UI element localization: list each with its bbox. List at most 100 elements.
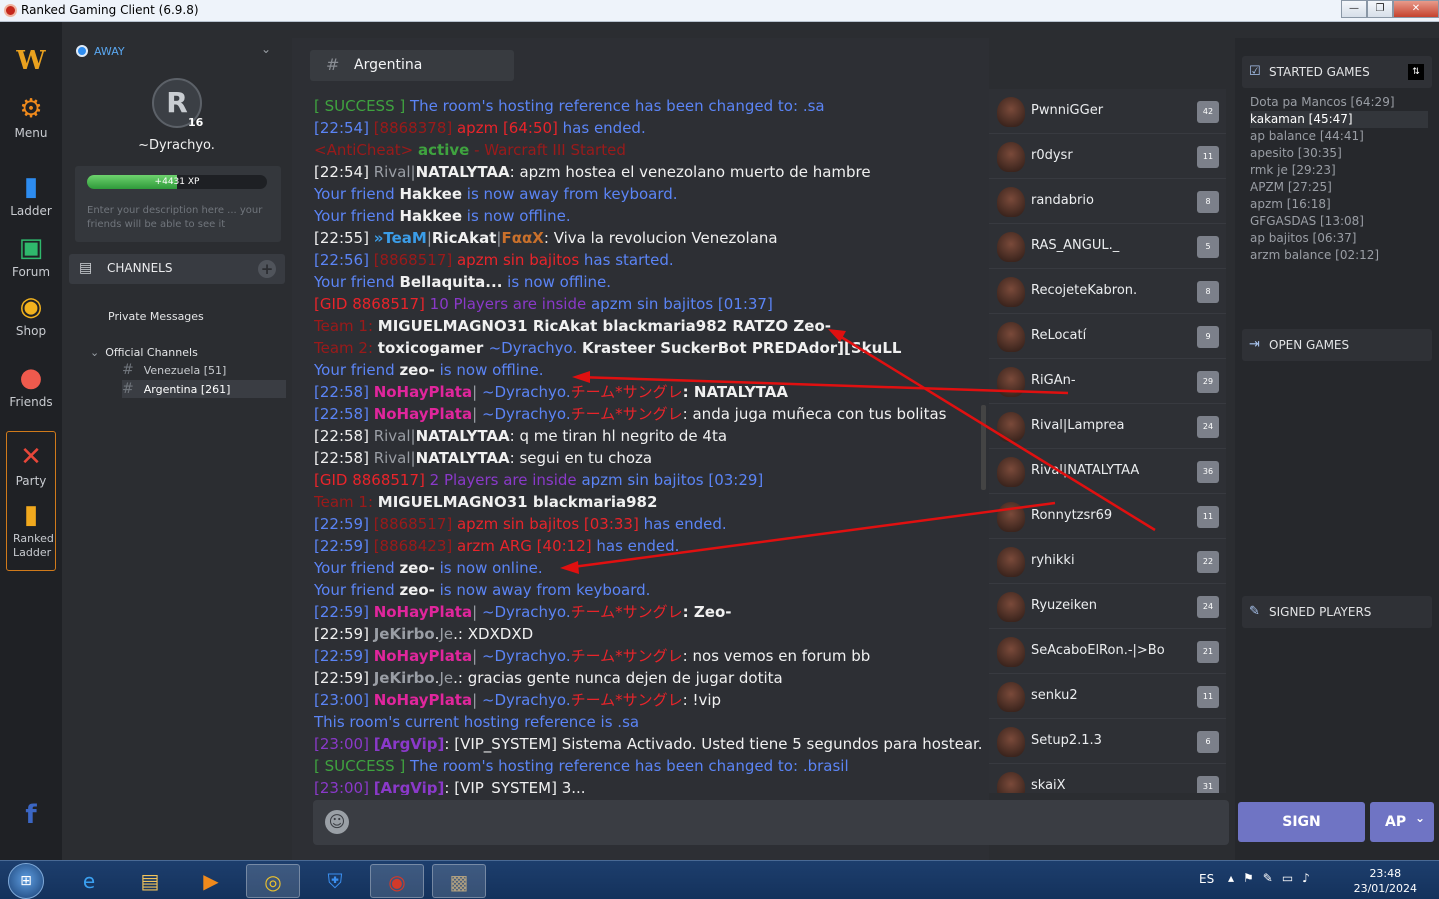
started-game-item[interactable]: apesito [30:35] [1250, 145, 1428, 162]
message-segment: [8868517] [373, 251, 457, 269]
message-segment: 10 Players are inside [429, 295, 591, 313]
sign-button[interactable]: SIGN [1238, 802, 1365, 842]
chat-message: Team 1: MIGUELMAGNO31 RicAkat blackmaria… [314, 315, 982, 337]
player-list[interactable]: PwnniGGer 42 r0dysr 11 randabrio 8 RAS_ANGUL._… [989, 89, 1226, 793]
nav-party[interactable]: ✕ Party [0, 442, 62, 488]
player-row[interactable]: randabrio 8 [989, 179, 1226, 224]
chat-scrollbar[interactable] [981, 405, 986, 490]
player-row[interactable]: PwnniGGer 42 [989, 89, 1226, 134]
signed-players-header[interactable]: ✎ SIGNED PLAYERS [1242, 596, 1432, 628]
chat-message: Your friend Bellaquita... is now offline… [314, 271, 982, 293]
started-game-item[interactable]: rmk je [29:23] [1250, 162, 1428, 179]
window-controls: — ❐ ✕ [1341, 0, 1439, 18]
filter-icon[interactable]: ⇅ [1408, 64, 1424, 80]
message-segment: is now away from keyboard. [462, 185, 678, 203]
message-segment: | [472, 603, 482, 621]
player-row[interactable]: RecojeteKabron. 8 [989, 269, 1226, 314]
message-segment: ~Dyrachyo. [481, 383, 571, 401]
official-channels-group[interactable]: ⌄ Official Channels [90, 346, 198, 359]
nav-ladder[interactable]: ▮ Ladder [0, 172, 62, 218]
nav-shop[interactable]: ◉ Shop [0, 292, 62, 338]
ranked-gaming-client-icon[interactable]: ◉ [370, 864, 424, 898]
facebook-icon: f [25, 800, 37, 830]
player-row[interactable]: senku2 11 [989, 674, 1226, 719]
message-segment: Your friend [314, 559, 400, 577]
status-chevron-icon[interactable]: ⌄ [261, 42, 271, 56]
chat-input[interactable]: ☺ [313, 800, 1229, 845]
status-label: AWAY [94, 45, 125, 58]
started-game-item[interactable]: apzm [16:18] [1250, 196, 1428, 213]
player-avatar-icon [997, 547, 1025, 577]
player-row[interactable]: ReLocatí 9 [989, 314, 1226, 359]
player-row[interactable]: RiGAn- 29 [989, 359, 1226, 404]
message-segment: ~Dyrachyo. [481, 405, 571, 423]
player-row[interactable]: Ronnytzsr69 11 [989, 494, 1226, 539]
player-row[interactable]: SeAcaboElRon.-|>Bo 21 [989, 629, 1226, 674]
maximize-button[interactable]: ❐ [1367, 0, 1393, 18]
started-game-item[interactable]: Dota pa Mancos [64:29] [1250, 94, 1428, 111]
player-row[interactable]: Rival|NATALYTAA 36 [989, 449, 1226, 494]
nav-friends[interactable]: ● Friends [0, 363, 62, 409]
message-segment: Your friend [314, 581, 400, 599]
started-game-item[interactable]: GFGASDAS [13:08] [1250, 213, 1428, 230]
open-games-header[interactable]: ⇥ OPEN GAMES [1242, 329, 1432, 361]
channels-header[interactable]: ▤ CHANNELS + [69, 254, 285, 284]
player-row[interactable]: RAS_ANGUL._ 5 [989, 224, 1226, 269]
facebook-link[interactable]: f [0, 800, 62, 832]
nav-menu[interactable]: ⚙ Menu [0, 94, 62, 140]
message-segment: チーム*サングレ [570, 405, 683, 423]
private-messages-link[interactable]: Private Messages [108, 310, 204, 323]
media-player-icon[interactable]: ▶ [184, 864, 238, 898]
chat-message: [22:59] NoHayPlata| ~Dyrachyo.チーム*サングレ: … [314, 601, 982, 623]
internet-explorer-icon[interactable]: e [62, 864, 116, 898]
start-button[interactable]: ⊞ [8, 863, 44, 899]
message-segment: apzm sin bajitos [456, 251, 580, 269]
chrome-icon[interactable]: ◎ [246, 864, 300, 898]
channel-item-argentina[interactable]: # Argentina [261] [122, 380, 286, 398]
nav-menu-label: Menu [14, 126, 48, 140]
started-game-item[interactable]: kakaman [45:47] [1250, 111, 1428, 128]
player-row[interactable]: Rival|Lamprea 24 [989, 404, 1226, 449]
message-list[interactable]: [ SUCCESS ] The room's hosting reference… [314, 95, 982, 795]
description-input[interactable]: Enter your description here ... your fri… [87, 204, 272, 232]
language-indicator[interactable]: ES [1199, 872, 1214, 886]
message-segment: ~Dyrachyo. [481, 647, 571, 665]
profile-card: +4431 XP Enter your description here ...… [75, 166, 281, 242]
started-game-item[interactable]: APZM [27:25] [1250, 179, 1428, 196]
file-explorer-icon[interactable]: ▤ [123, 864, 177, 898]
clock[interactable]: 23:48 23/01/2024 [1354, 866, 1417, 896]
player-row[interactable]: r0dysr 11 [989, 134, 1226, 179]
player-row[interactable]: Ryuzeiken 24 [989, 584, 1226, 629]
chat-message: [22:59] NoHayPlata| ~Dyrachyo.チーム*サングレ: … [314, 645, 982, 667]
message-segment: [22:58] [314, 383, 374, 401]
player-row[interactable]: Setup2.1.3 6 [989, 719, 1226, 764]
message-segment: Rival [373, 427, 411, 445]
status-selector[interactable]: AWAY [76, 45, 125, 58]
system-tray[interactable]: ▴⚑✎▭♪ [1228, 871, 1319, 885]
warcraft-logo[interactable]: W [0, 46, 62, 78]
nav-forum[interactable]: ▣ Forum [0, 233, 62, 279]
player-level-badge: 31 [1197, 776, 1219, 793]
clock-time: 23:48 [1369, 867, 1402, 880]
nav-ranked-ladder[interactable]: ▮ Ranked Ladder [0, 500, 62, 560]
message-segment: has ended. [557, 119, 646, 137]
started-game-item[interactable]: ap balance [44:41] [1250, 128, 1428, 145]
close-button[interactable]: ✕ [1393, 0, 1439, 18]
warcraft-iii-icon[interactable]: ▩ [432, 864, 486, 898]
started-game-item[interactable]: arzm balance [02:12] [1250, 247, 1428, 264]
chat-message: Team 1: MIGUELMAGNO31 blackmaria982 [314, 491, 982, 513]
started-games-header[interactable]: ☑ STARTED GAMES ⇅ [1242, 56, 1432, 88]
nav-friends-label: Friends [9, 395, 53, 409]
player-row[interactable]: skaiX 31 [989, 764, 1226, 793]
ap-dropdown-button[interactable]: AP ⌄ [1370, 802, 1434, 842]
gear-icon: ⚙ [19, 94, 43, 124]
minimize-button[interactable]: — [1341, 0, 1367, 18]
channel-item-venezuela[interactable]: # Venezuela [51] [122, 361, 286, 379]
emoji-icon[interactable]: ☺ [325, 810, 349, 834]
player-row[interactable]: ryhikki 22 [989, 539, 1226, 584]
chat-message: [GID 8868517] 2 Players are inside apzm … [314, 469, 982, 491]
started-game-item[interactable]: ap bajitos [06:37] [1250, 230, 1428, 247]
add-channel-button[interactable]: + [258, 260, 276, 278]
message-segment: .: gracias gente nunca dejen de jugar do… [453, 669, 783, 687]
shield-icon[interactable]: ⛨ [308, 864, 362, 898]
